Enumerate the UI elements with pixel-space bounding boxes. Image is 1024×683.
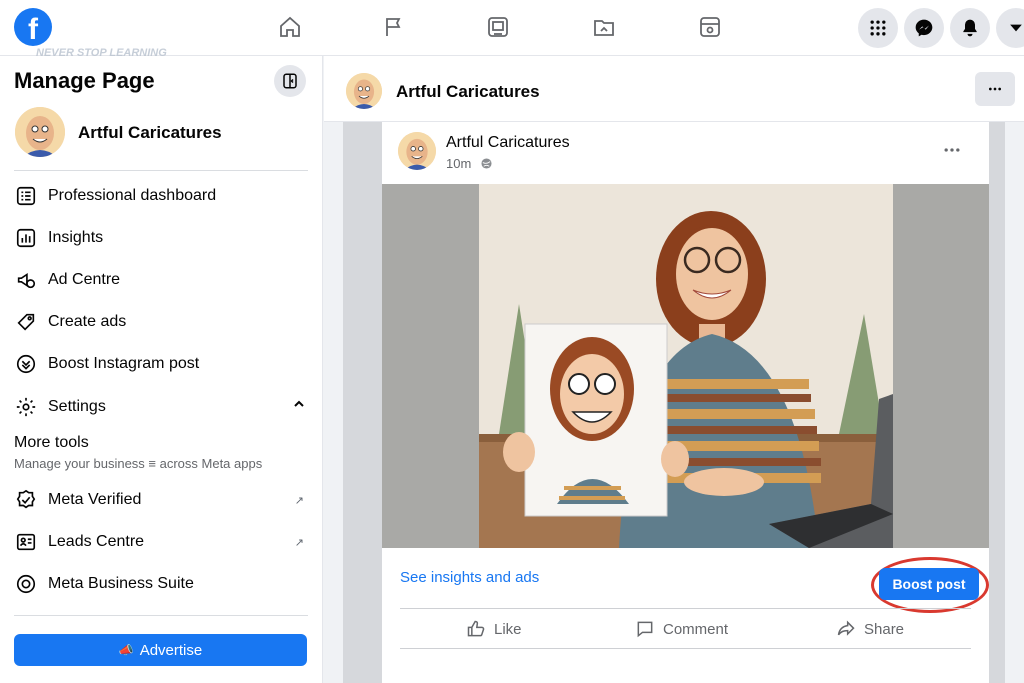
sidebar-item-settings[interactable]: Settings: [14, 390, 308, 424]
more-tools-subtitle: Manage your business ≡ across Meta apps: [14, 456, 263, 471]
manage-page-sidebar: Manage Page Artful Caricatures Professio…: [0, 56, 323, 683]
sidebar-item-create-ads[interactable]: Create ads: [14, 305, 308, 339]
sidebar-item-boost-instagram[interactable]: Boost Instagram post: [14, 347, 308, 381]
gaming-icon[interactable]: [697, 13, 723, 41]
settings-icon: [14, 395, 38, 419]
insights-icon: [14, 226, 38, 250]
verified-icon: [14, 488, 38, 512]
more-tools-title: More tools: [14, 434, 89, 451]
post-media[interactable]: [382, 184, 989, 548]
page-title[interactable]: Artful Caricatures: [396, 82, 540, 102]
messenger-icon[interactable]: [904, 8, 944, 48]
advertise-label: Advertise: [139, 641, 203, 659]
leads-icon: [14, 530, 38, 554]
home-icon[interactable]: [277, 13, 303, 41]
more-options-icon[interactable]: [975, 72, 1015, 106]
divider: [400, 608, 971, 609]
comment-icon: [637, 621, 653, 638]
boost-post-button[interactable]: Boost post: [879, 568, 979, 600]
comment-button[interactable]: Comment: [635, 617, 728, 641]
post-photo[interactable]: [479, 184, 893, 548]
video-icon[interactable]: [485, 13, 511, 41]
dashboard-icon: [14, 184, 38, 208]
sidebar-item-label: Professional dashboard: [48, 187, 217, 204]
sidebar-item-label: Meta Verified: [48, 491, 142, 508]
facebook-logo[interactable]: f: [14, 8, 52, 46]
divider: [14, 170, 308, 171]
sidebar-page-name[interactable]: Artful Caricatures: [78, 123, 222, 143]
post-author-avatar[interactable]: [398, 132, 436, 170]
divider: [400, 648, 971, 649]
sidebar-item-label: Leads Centre: [48, 533, 145, 550]
post-card: Artful Caricatures 10m See insights and …: [382, 122, 989, 683]
post-more-options-icon[interactable]: [942, 140, 962, 165]
megaphone-icon: 📣: [118, 643, 134, 657]
like-label: Like: [494, 620, 522, 638]
sidebar-item-meta-verified[interactable]: Meta Verified ↗: [14, 483, 308, 517]
sidebar-item-label: Boost Instagram post: [48, 355, 200, 372]
sidebar-item-ad-centre[interactable]: Ad Centre: [14, 263, 308, 297]
share-icon: [837, 620, 855, 636]
comment-label: Comment: [663, 620, 729, 638]
divider: [14, 615, 308, 616]
globe-icon: [481, 158, 492, 169]
marketplace-icon[interactable]: [591, 13, 617, 41]
sidebar-item-meta-business-suite[interactable]: Meta Business Suite: [14, 567, 308, 601]
top-navigation-bar: f NEVER STOP LEARNING: [0, 0, 1024, 59]
sidebar-item-leads-centre[interactable]: Leads Centre ↗: [14, 525, 308, 559]
business-suite-icon: [14, 572, 38, 596]
collapse-sidebar-icon[interactable]: [274, 65, 306, 97]
notifications-icon[interactable]: [950, 8, 990, 48]
page-header: Artful Caricatures: [324, 56, 1024, 122]
advertise-button[interactable]: 📣 Advertise: [14, 634, 307, 666]
page-avatar[interactable]: [15, 107, 65, 157]
create-ads-icon: [14, 310, 38, 334]
sidebar-item-label: Insights: [48, 229, 104, 246]
flag-icon[interactable]: [381, 13, 407, 41]
sidebar-item-label: Create ads: [48, 313, 127, 330]
external-link-icon: ↗: [294, 494, 304, 507]
post-time-label: 10m: [446, 156, 472, 171]
share-label: Share: [864, 620, 905, 638]
sidebar-item-label: Meta Business Suite: [48, 575, 194, 592]
like-button[interactable]: Like: [466, 617, 522, 641]
account-chevron-icon[interactable]: [996, 8, 1024, 48]
sidebar-item-insights[interactable]: Insights: [14, 221, 308, 255]
share-button[interactable]: Share: [836, 617, 904, 641]
menu-grid-icon[interactable]: [858, 8, 898, 48]
boost-instagram-icon: [14, 352, 38, 376]
sidebar-item-professional-dashboard[interactable]: Professional dashboard: [14, 179, 308, 213]
ad-centre-icon: [14, 268, 38, 292]
sidebar-title: Manage Page: [14, 68, 155, 93]
sidebar-item-label: Ad Centre: [48, 271, 121, 288]
like-icon: [467, 620, 485, 637]
post-author-name[interactable]: Artful Caricatures: [446, 134, 570, 152]
page-avatar[interactable]: [346, 73, 382, 109]
chevron-up-icon[interactable]: [294, 399, 304, 409]
see-insights-link[interactable]: See insights and ads: [400, 569, 539, 586]
external-link-icon: ↗: [294, 536, 304, 549]
post-timestamp: 10m: [446, 156, 492, 171]
sidebar-item-label: Settings: [48, 398, 106, 415]
